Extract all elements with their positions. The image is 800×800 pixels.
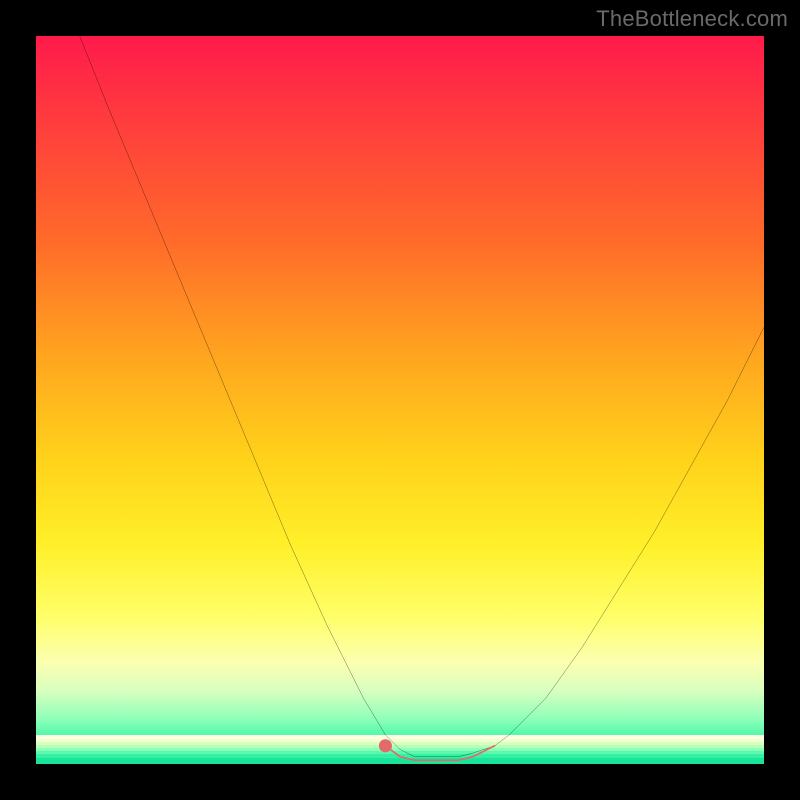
bottleneck-curve	[80, 36, 764, 757]
chart-svg	[36, 36, 764, 764]
chart-frame: TheBottleneck.com	[0, 0, 800, 800]
optimal-range-marker	[385, 746, 494, 761]
plot-area	[36, 36, 764, 764]
marker-start-dot	[379, 739, 392, 752]
watermark-text: TheBottleneck.com	[596, 6, 788, 32]
